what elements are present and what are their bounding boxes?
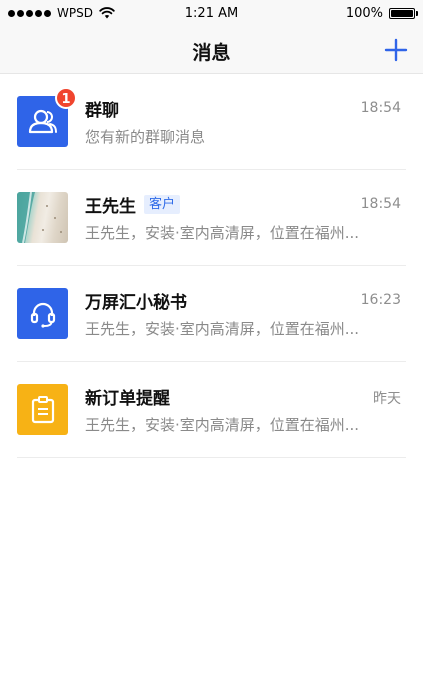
- message-preview: 您有新的群聊消息: [85, 128, 206, 146]
- message-time: 16:23: [360, 292, 401, 308]
- message-title-row: 群聊: [85, 96, 119, 121]
- customer-tag: 客户: [144, 195, 181, 214]
- message-title-row: 万屏汇小秘书: [85, 288, 187, 313]
- status-bar: WPSD 1:21 AM 100%: [0, 0, 423, 28]
- list-item-group-chat[interactable]: 1 群聊 18:54 您有新的群聊消息: [0, 74, 423, 170]
- clipboard-icon: [17, 384, 68, 435]
- battery-icon: [389, 8, 418, 19]
- message-time: 18:54: [360, 196, 401, 212]
- status-right: 100%: [345, 6, 418, 21]
- divider: [17, 457, 406, 458]
- nav-bar: 消息: [0, 28, 423, 74]
- message-title: 新订单提醒: [85, 389, 170, 409]
- message-preview: 王先生，安装·室内高清屏，位置在福州...: [85, 224, 360, 242]
- message-title-row: 王先生 客户: [85, 192, 181, 217]
- headset-icon: [17, 288, 68, 339]
- message-preview: 王先生，安装·室内高清屏，位置在福州...: [85, 416, 360, 434]
- unread-badge: 1: [55, 87, 77, 109]
- page-title: 消息: [192, 42, 231, 64]
- message-list: 1 群聊 18:54 您有新的群聊消息 王先生 客户 18:54 王先生，安装·…: [0, 74, 423, 458]
- list-item-new-order[interactable]: 新订单提醒 昨天 王先生，安装·室内高清屏，位置在福州...: [0, 362, 423, 458]
- message-title: 群聊: [85, 101, 119, 121]
- message-time: 18:54: [360, 100, 401, 116]
- message-title: 王先生: [85, 197, 136, 217]
- message-title-row: 新订单提醒: [85, 384, 170, 409]
- add-plus-icon[interactable]: [383, 37, 409, 63]
- message-time: 昨天: [373, 391, 401, 407]
- list-item-secretary[interactable]: 万屏汇小秘书 16:23 王先生，安装·室内高清屏，位置在福州...: [0, 266, 423, 362]
- message-preview: 王先生，安装·室内高清屏，位置在福州...: [85, 320, 360, 338]
- battery-percent: 100%: [345, 6, 383, 21]
- list-item-wang[interactable]: 王先生 客户 18:54 王先生，安装·室内高清屏，位置在福州...: [0, 170, 423, 266]
- avatar: [17, 192, 68, 243]
- message-title: 万屏汇小秘书: [85, 293, 187, 313]
